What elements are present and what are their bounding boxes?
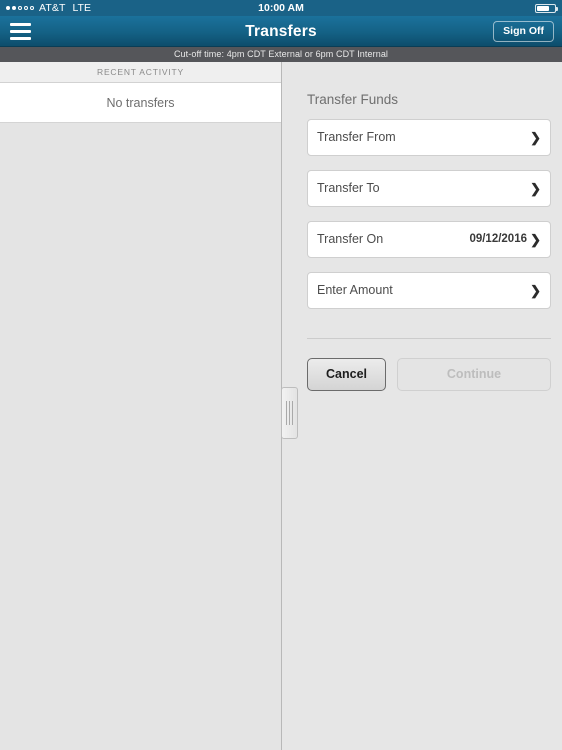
transfer-funds-panel: Transfer Funds Transfer From ❯ Transfer … bbox=[283, 62, 562, 750]
recent-activity-panel: RECENT ACTIVITY No transfers bbox=[0, 62, 282, 750]
status-bar-right bbox=[535, 0, 558, 16]
cutoff-time-banner: Cut-off time: 4pm CDT External or 6pm CD… bbox=[0, 47, 562, 62]
transfer-form-fields: Transfer From ❯ Transfer To ❯ Transfer O… bbox=[307, 119, 551, 323]
transfer-from-field[interactable]: Transfer From ❯ bbox=[307, 119, 551, 156]
form-divider bbox=[307, 338, 551, 339]
transfer-on-label: Transfer On bbox=[317, 232, 384, 246]
status-bar: AT&T LTE 10:00 AM bbox=[0, 0, 562, 16]
page-title: Transfers bbox=[245, 23, 317, 40]
continue-button[interactable]: Continue bbox=[397, 358, 551, 391]
transfer-to-label: Transfer To bbox=[317, 181, 380, 195]
form-actions: Cancel Continue bbox=[307, 358, 551, 391]
chevron-right-icon: ❯ bbox=[530, 130, 541, 145]
chevron-right-icon: ❯ bbox=[530, 232, 541, 247]
no-transfers-row: No transfers bbox=[0, 83, 281, 123]
battery-icon bbox=[535, 3, 558, 13]
split-view-divider-handle[interactable] bbox=[281, 387, 298, 439]
transfers-screen: AT&T LTE 10:00 AM Transfers Sign Off Cut… bbox=[0, 0, 562, 750]
split-view: RECENT ACTIVITY No transfers Transfer Fu… bbox=[0, 62, 562, 750]
navigation-bar: Transfers Sign Off bbox=[0, 16, 562, 47]
transfer-to-field[interactable]: Transfer To ❯ bbox=[307, 170, 551, 207]
transfer-on-date-value: 09/12/2016 bbox=[469, 233, 527, 245]
chevron-right-icon: ❯ bbox=[530, 283, 541, 298]
form-title: Transfer Funds bbox=[307, 92, 399, 107]
chevron-right-icon: ❯ bbox=[530, 181, 541, 196]
transfer-on-field[interactable]: Transfer On 09/12/2016 ❯ bbox=[307, 221, 551, 258]
transfer-from-label: Transfer From bbox=[317, 130, 396, 144]
sign-off-button[interactable]: Sign Off bbox=[493, 21, 554, 42]
clock-label: 10:00 AM bbox=[258, 2, 304, 14]
enter-amount-field[interactable]: Enter Amount ❯ bbox=[307, 272, 551, 309]
enter-amount-label: Enter Amount bbox=[317, 283, 393, 297]
cancel-button[interactable]: Cancel bbox=[307, 358, 386, 391]
recent-activity-header: RECENT ACTIVITY bbox=[0, 62, 281, 83]
